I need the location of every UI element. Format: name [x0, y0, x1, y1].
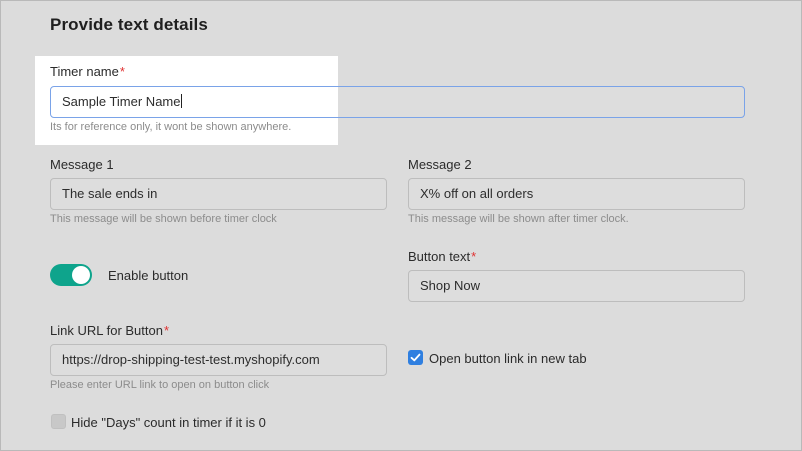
message2-input[interactable]: X% off on all orders — [408, 178, 745, 210]
link-url-label: Link URL for Button — [50, 323, 163, 338]
hide-days-checkbox[interactable] — [51, 414, 66, 429]
timer-name-input[interactable]: Sample Timer Name — [50, 86, 745, 118]
button-text-input[interactable]: Shop Now — [408, 270, 745, 302]
message1-value: The sale ends in — [62, 186, 158, 201]
link-url-value: https://drop-shipping-test-test.myshopif… — [62, 352, 320, 367]
enable-button-label: Enable button — [108, 268, 189, 283]
open-new-tab-label: Open button link in new tab — [429, 351, 587, 366]
checkmark-icon — [410, 353, 421, 362]
link-url-input[interactable]: https://drop-shipping-test-test.myshopif… — [50, 344, 387, 376]
required-mark: * — [471, 249, 477, 264]
hide-days-label: Hide "Days" count in timer if it is 0 — [71, 415, 266, 430]
timer-name-help: Its for reference only, it wont be shown… — [50, 121, 292, 133]
timer-name-label-row: Timer name* — [50, 64, 125, 79]
message1-input[interactable]: The sale ends in — [50, 178, 387, 210]
required-mark: * — [119, 64, 125, 79]
text-caret — [181, 94, 183, 108]
button-text-label-row: Button text* — [408, 249, 476, 264]
link-url-help: Please enter URL link to open on button … — [50, 379, 270, 391]
button-text-value: Shop Now — [420, 278, 480, 293]
message2-help: This message will be shown after timer c… — [408, 213, 629, 225]
open-new-tab-checkbox[interactable] — [408, 350, 423, 365]
toggle-knob — [72, 266, 90, 284]
message2-value: X% off on all orders — [420, 186, 534, 201]
enable-button-toggle[interactable] — [50, 264, 92, 286]
message1-label: Message 1 — [50, 157, 114, 172]
link-url-label-row: Link URL for Button* — [50, 323, 169, 338]
message2-label: Message 2 — [408, 157, 472, 172]
section-title: Provide text details — [50, 15, 208, 34]
required-mark: * — [163, 323, 170, 338]
button-text-label: Button text — [408, 249, 471, 264]
timer-name-value: Sample Timer Name — [62, 94, 181, 109]
message1-help: This message will be shown before timer … — [50, 213, 277, 225]
timer-name-label: Timer name — [50, 64, 119, 79]
text-details-panel: Provide text details Timer name* Sample … — [0, 0, 802, 451]
